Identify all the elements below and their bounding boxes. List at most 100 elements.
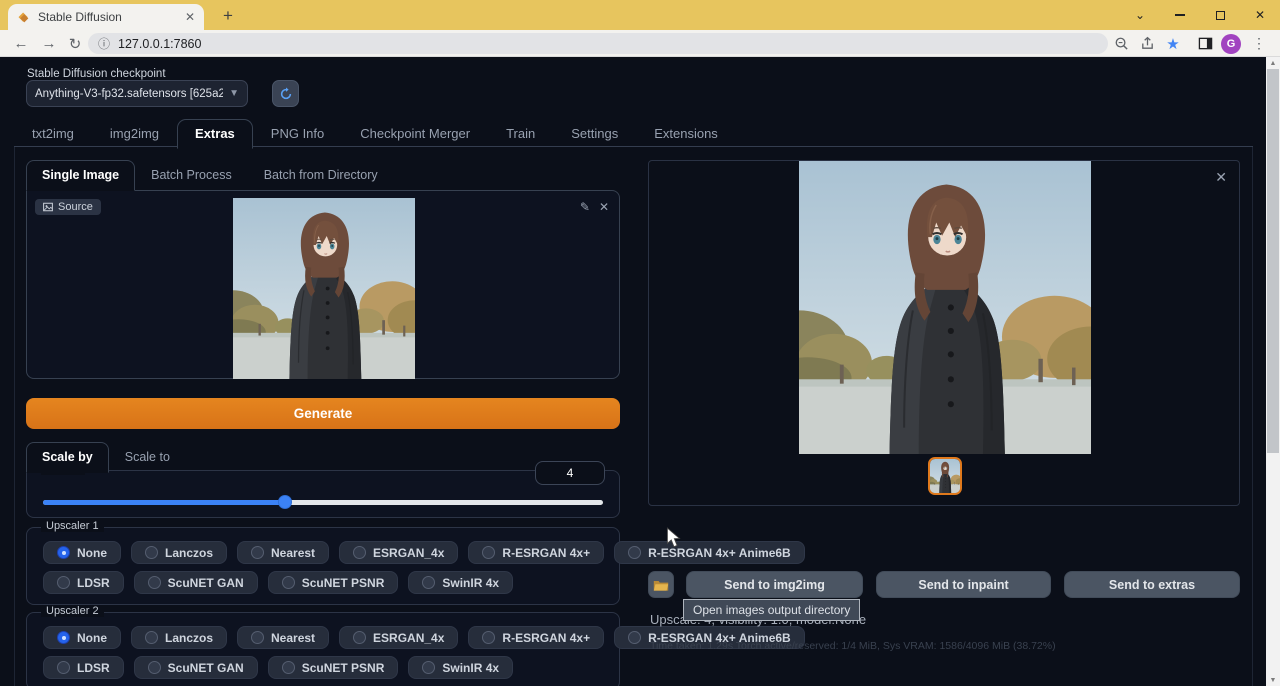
upscaler1-option-ldsr[interactable]: LDSR <box>43 571 124 594</box>
upscaler1-option-none[interactable]: None <box>43 541 121 564</box>
tab-batch-from-directory[interactable]: Batch from Directory <box>248 160 394 191</box>
browser-tab[interactable]: Stable Diffusion ✕ <box>8 4 204 30</box>
browser-tabstrip: Stable Diffusion ✕ + ⌄ ✕ <box>0 0 1280 30</box>
radio-checked-icon <box>57 546 70 559</box>
radio-icon <box>145 631 158 644</box>
scrollbar-thumb[interactable] <box>1267 69 1279 453</box>
upscaler2-option-none[interactable]: None <box>43 626 121 649</box>
source-image-dropzone[interactable]: Source ✎ ✕ <box>26 190 620 379</box>
upscaler2-option-swinir-4x[interactable]: SwinIR 4x <box>408 656 513 679</box>
tab-settings[interactable]: Settings <box>553 119 636 149</box>
radio-icon <box>57 661 70 674</box>
image-toolbar: ✎ ✕ <box>580 200 609 214</box>
radio-icon <box>251 546 264 559</box>
open-output-folder-button[interactable] <box>648 571 674 598</box>
upscaler2-option-scunet-gan[interactable]: ScuNET GAN <box>134 656 258 679</box>
radio-icon <box>282 576 295 589</box>
result-image[interactable] <box>799 161 1091 454</box>
upscaler2-option-nearest[interactable]: Nearest <box>237 626 329 649</box>
result-thumbnail[interactable] <box>928 457 962 495</box>
back-icon[interactable]: ← <box>8 30 34 57</box>
source-label: Source <box>58 201 93 213</box>
tab-checkpoint-merger[interactable]: Checkpoint Merger <box>342 119 488 149</box>
tab-extras[interactable]: Extras <box>177 119 253 149</box>
upscaler2-option-ldsr[interactable]: LDSR <box>43 656 124 679</box>
tooltip: Open images output directory <box>683 599 860 621</box>
radio-icon <box>251 631 264 644</box>
tab-txt2img[interactable]: txt2img <box>14 119 92 149</box>
share-icon[interactable] <box>1134 30 1160 57</box>
tab-scale-to[interactable]: Scale to <box>109 442 186 473</box>
upscaler2-option-lanczos[interactable]: Lanczos <box>131 626 227 649</box>
generate-button[interactable]: Generate <box>26 398 620 429</box>
send-to-extras-button[interactable]: Send to extras <box>1064 571 1240 598</box>
scroll-up-icon[interactable]: ▲ <box>1266 57 1280 69</box>
refresh-checkpoint-button[interactable] <box>272 80 299 107</box>
mode-tab-bar: Single Image Batch Process Batch from Di… <box>26 160 394 191</box>
send-to-inpaint-button[interactable]: Send to inpaint <box>876 571 1051 598</box>
upscaler2-option-r-esrgan-4x[interactable]: R-ESRGAN 4x+ <box>468 626 604 649</box>
scroll-down-icon[interactable]: ▼ <box>1266 674 1280 686</box>
gallery-close-icon[interactable]: ✕ <box>1215 169 1227 186</box>
upscaler-2-legend: Upscaler 2 <box>41 605 104 617</box>
address-bar[interactable]: ⓘ 127.0.0.1:7860 <box>88 33 1108 54</box>
upscaler-1-legend: Upscaler 1 <box>41 520 104 532</box>
window-close-button[interactable]: ✕ <box>1240 0 1280 30</box>
clear-image-icon[interactable]: ✕ <box>599 200 609 214</box>
upscaler1-option-lanczos[interactable]: Lanczos <box>131 541 227 564</box>
upscaler1-option-swinir-4x[interactable]: SwinIR 4x <box>408 571 513 594</box>
upscaler2-option-esrgan-4x[interactable]: ESRGAN_4x <box>339 626 458 649</box>
tab-extensions[interactable]: Extensions <box>636 119 736 149</box>
window-minimize-button[interactable] <box>1160 0 1200 30</box>
resize-number-input[interactable]: 4 <box>535 461 605 485</box>
tab-search-icon[interactable]: ⌄ <box>1120 0 1160 30</box>
side-panel-icon[interactable] <box>1192 30 1218 57</box>
upscaler2-option-scunet-psnr[interactable]: ScuNET PSNR <box>268 656 399 679</box>
sd-webui-page: Stable Diffusion checkpoint Anything-V3-… <box>0 57 1280 686</box>
site-info-icon[interactable]: ⓘ <box>98 35 110 52</box>
avatar[interactable]: G <box>1218 30 1244 57</box>
checkpoint-value: Anything-V3-fp32.safetensors [625a2ba2] <box>35 88 223 100</box>
thumbnail-image <box>930 459 960 493</box>
radio-icon <box>628 631 641 644</box>
image-icon <box>43 202 53 212</box>
upscaler1-option-scunet-psnr[interactable]: ScuNET PSNR <box>268 571 399 594</box>
reload-icon[interactable]: ↻ <box>62 30 88 57</box>
tab-img2img[interactable]: img2img <box>92 119 177 149</box>
radio-checked-icon <box>57 631 70 644</box>
upscaler-2-row-2: LDSR ScuNET GAN ScuNET PSNR SwinIR 4x <box>43 656 603 679</box>
source-image[interactable] <box>233 198 415 379</box>
tab-scale-by[interactable]: Scale by <box>26 442 109 473</box>
forward-icon[interactable]: → <box>36 30 62 57</box>
send-to-img2img-button[interactable]: Send to img2img <box>686 571 863 598</box>
checkpoint-label: Stable Diffusion checkpoint <box>27 68 166 80</box>
upscaler1-option-scunet-gan[interactable]: ScuNET GAN <box>134 571 258 594</box>
upscaler1-option-nearest[interactable]: Nearest <box>237 541 329 564</box>
radio-icon <box>422 576 435 589</box>
new-tab-button[interactable]: + <box>216 4 240 28</box>
bookmark-star-icon[interactable]: ★ <box>1160 30 1186 57</box>
window-maximize-button[interactable] <box>1200 0 1240 30</box>
slider-fill <box>43 500 285 505</box>
checkpoint-dropdown[interactable]: Anything-V3-fp32.safetensors [625a2ba2] … <box>26 80 248 107</box>
page-scrollbar[interactable]: ▲ ▼ <box>1266 57 1280 686</box>
upscaler1-option-r-esrgan-4x[interactable]: R-ESRGAN 4x+ <box>468 541 604 564</box>
radio-icon <box>353 631 366 644</box>
tab-train[interactable]: Train <box>488 119 553 149</box>
radio-icon <box>57 576 70 589</box>
url-text: 127.0.0.1:7860 <box>118 37 201 51</box>
upscaler1-option-esrgan-4x[interactable]: ESRGAN_4x <box>339 541 458 564</box>
resize-slider[interactable] <box>43 495 603 509</box>
refresh-icon <box>279 87 293 101</box>
tab-png-info[interactable]: PNG Info <box>253 119 342 149</box>
radio-icon <box>148 576 161 589</box>
zoom-icon[interactable] <box>1108 30 1134 57</box>
tab-close-icon[interactable]: ✕ <box>185 10 195 24</box>
upscaler-2-row-1: None Lanczos Nearest ESRGAN_4x R-ESRGAN … <box>43 626 603 649</box>
tab-single-image[interactable]: Single Image <box>26 160 135 191</box>
slider-thumb[interactable] <box>278 495 292 509</box>
tab-batch-process[interactable]: Batch Process <box>135 160 248 191</box>
browser-menu-icon[interactable]: ⋮ <box>1248 30 1270 57</box>
edit-pencil-icon[interactable]: ✎ <box>580 200 590 214</box>
extras-input-column: Single Image Batch Process Batch from Di… <box>26 160 620 686</box>
